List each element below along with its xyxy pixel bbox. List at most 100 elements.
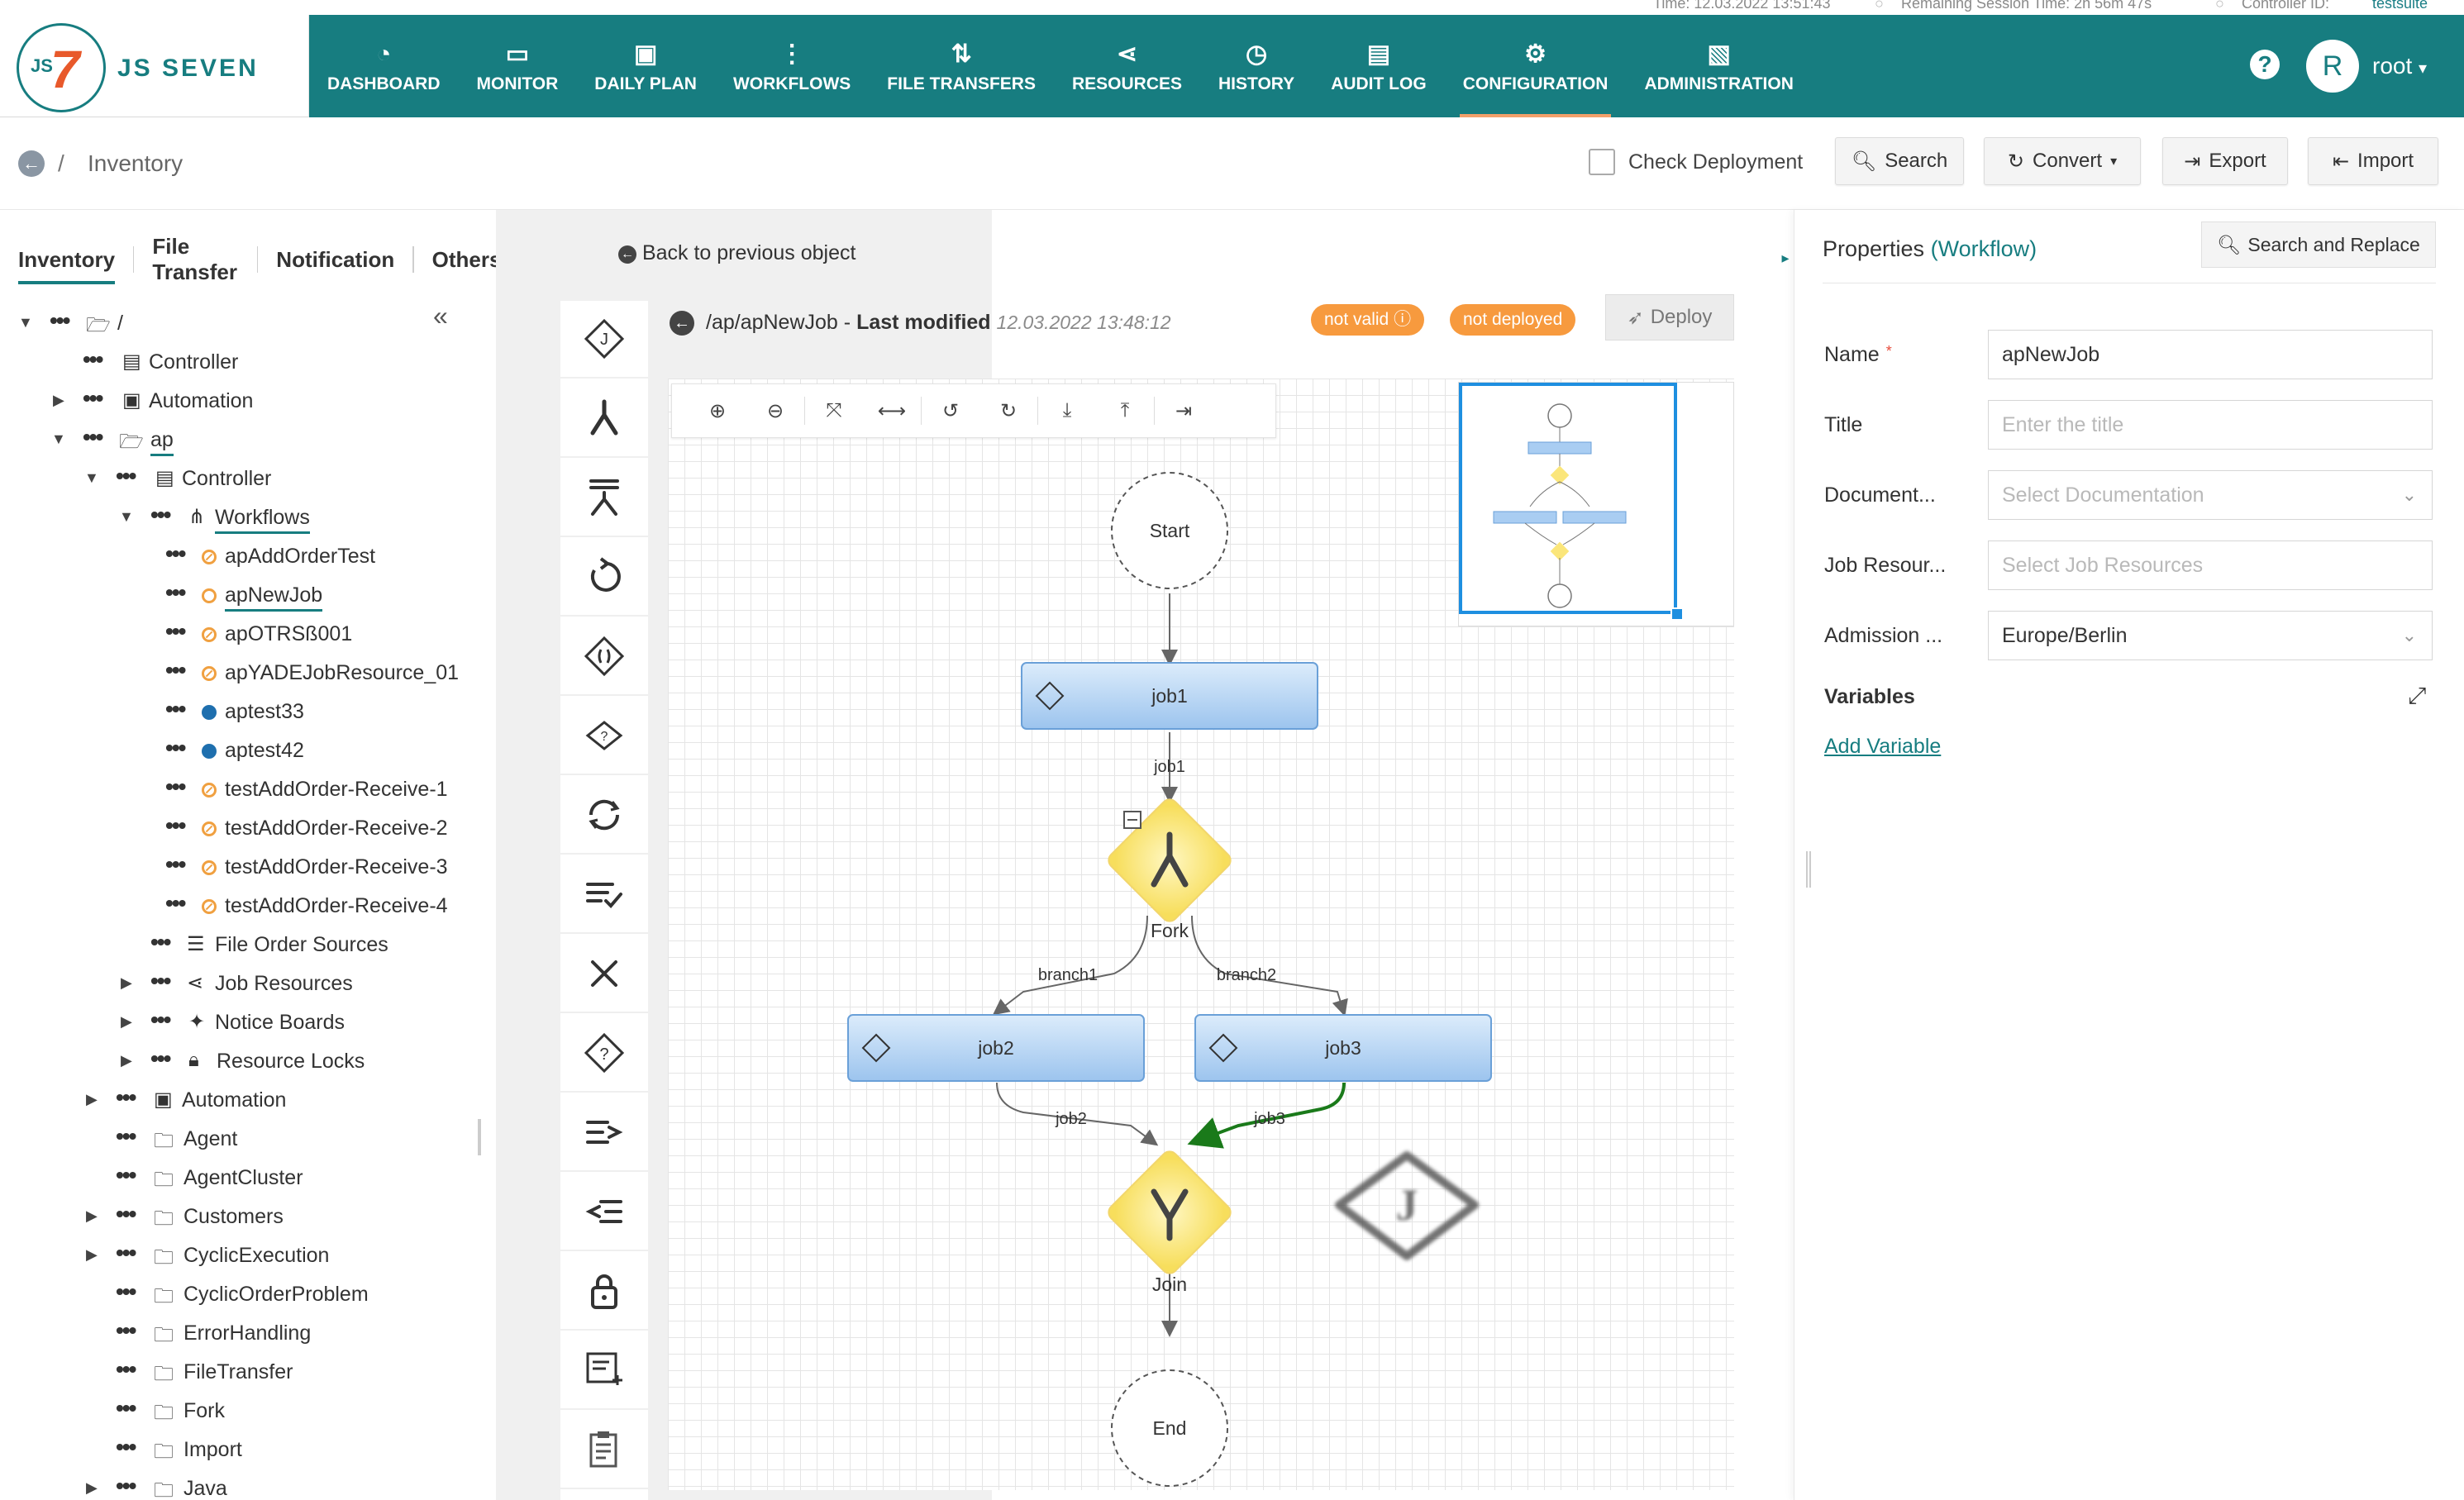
more-icon[interactable]: ••• xyxy=(116,1395,136,1421)
download-icon[interactable]: ⤓ xyxy=(1038,399,1096,422)
tree-node-job-resources[interactable]: ▶ ••• ⋖ Job Resources xyxy=(0,964,488,1002)
nav-workflows[interactable]: ⋮ WORKFLOWS xyxy=(715,15,869,117)
collapsed-triangle-icon[interactable]: ▶ xyxy=(86,1246,98,1264)
tree-node-ap[interactable]: ▼ ••• 🗁︎ ap xyxy=(0,421,488,459)
tree-folder[interactable]: ••• 🗀︎ CyclicOrderProblem xyxy=(0,1275,488,1313)
workflow-item[interactable]: ••• testAddOrder-Receive-3 xyxy=(0,848,488,886)
panel-resize-handle[interactable] xyxy=(1806,851,1811,888)
more-icon[interactable]: ••• xyxy=(50,307,70,334)
search-button[interactable]: 🔍︎ Search xyxy=(1835,137,1964,185)
more-icon[interactable]: ••• xyxy=(165,540,186,567)
tree-folder[interactable]: ••• 🗀︎ Agent xyxy=(0,1120,488,1158)
tree-folder[interactable]: ••• 🗀︎ ErrorHandling xyxy=(0,1314,488,1352)
nav-audit-log[interactable]: ▤ AUDIT LOG xyxy=(1313,15,1445,117)
collapsed-triangle-icon[interactable]: ▶ xyxy=(86,1091,98,1108)
fork-instruction-icon[interactable] xyxy=(560,380,648,458)
if-instruction-icon[interactable]: ? xyxy=(560,698,648,775)
fork-list-instruction-icon[interactable] xyxy=(560,460,648,537)
try-catch-instruction-icon[interactable] xyxy=(560,618,648,696)
tree-node-root[interactable]: ▼ ••• 🗁︎ / xyxy=(0,304,488,342)
more-icon[interactable]: ••• xyxy=(150,1007,171,1033)
more-icon[interactable]: ••• xyxy=(116,1356,136,1383)
join-node[interactable] xyxy=(1105,1148,1234,1277)
documentation-select[interactable]: Select Documentation ⌄ xyxy=(1988,470,2433,520)
minimap-resize-handle[interactable] xyxy=(1670,607,1684,621)
tree-folder[interactable]: ••• 🗀︎ Import xyxy=(0,1431,488,1469)
collapsed-triangle-icon[interactable]: ▶ xyxy=(53,392,64,409)
more-icon[interactable]: ••• xyxy=(116,463,136,489)
workflow-item[interactable]: ••• apNewJob xyxy=(0,576,488,614)
workflow-item[interactable]: ••• aptest33 xyxy=(0,693,488,731)
name-field[interactable]: apNewJob xyxy=(1988,330,2433,379)
import-button[interactable]: ⇤ Import xyxy=(2308,137,2438,185)
more-icon[interactable]: ••• xyxy=(116,1317,136,1344)
nav-file-transfers[interactable]: ⇅ FILE TRANSFERS xyxy=(869,15,1054,117)
more-icon[interactable]: ••• xyxy=(83,424,103,450)
back-arrow-icon[interactable]: ← xyxy=(18,150,45,177)
more-icon[interactable]: ••• xyxy=(165,774,186,800)
dragged-job-icon[interactable]: J xyxy=(1335,1151,1479,1260)
fail-instruction-icon[interactable] xyxy=(560,936,648,1013)
upload-icon[interactable]: ⤒ xyxy=(1096,399,1154,422)
more-icon[interactable]: ••• xyxy=(116,1123,136,1150)
avatar[interactable]: R xyxy=(2306,40,2359,93)
tree-node-automation[interactable]: ▶ ••• ▣ Automation xyxy=(0,382,488,420)
controller-id[interactable]: testsuite xyxy=(2372,0,2428,12)
collapsed-triangle-icon[interactable]: ▶ xyxy=(86,1207,98,1225)
finish-instruction-icon[interactable] xyxy=(560,856,648,934)
tree-node-workflows[interactable]: ▼ ••• ⋔ Workflows xyxy=(0,498,488,536)
more-icon[interactable]: ••• xyxy=(165,851,186,878)
collapsed-triangle-icon[interactable]: ▶ xyxy=(121,1013,132,1031)
export-button[interactable]: ⇥ Export xyxy=(2162,137,2288,185)
expect-notice-instruction-icon[interactable] xyxy=(560,1174,648,1251)
deploy-button[interactable]: ➶ Deploy xyxy=(1605,294,1734,340)
more-icon[interactable]: ••• xyxy=(150,968,171,994)
expand-icon[interactable]: ⤢ xyxy=(2408,683,2426,710)
add-order-instruction-icon[interactable] xyxy=(560,1332,648,1410)
fit-to-screen-icon[interactable]: ⤧ xyxy=(805,399,863,422)
redo-icon[interactable]: ↻ xyxy=(979,399,1037,423)
more-icon[interactable]: ••• xyxy=(165,735,186,761)
workflow-item[interactable]: ••• apYADEJobResource_01 xyxy=(0,654,488,692)
tab-notification[interactable]: Notification xyxy=(258,235,412,284)
search-and-replace-button[interactable]: 🔍︎ Search and Replace xyxy=(2201,221,2436,268)
panel-resize-handle[interactable] xyxy=(478,1119,481,1155)
more-icon[interactable]: ••• xyxy=(165,618,186,645)
expanded-triangle-icon[interactable]: ▼ xyxy=(51,431,66,448)
expanded-triangle-icon[interactable]: ▼ xyxy=(18,314,33,331)
more-icon[interactable]: ••• xyxy=(116,1434,136,1460)
more-icon[interactable]: ••• xyxy=(165,579,186,606)
more-icon[interactable]: ••• xyxy=(165,890,186,917)
minimap-viewport[interactable] xyxy=(1459,383,1677,614)
user-menu[interactable]: root ▾ xyxy=(2372,53,2427,79)
more-icon[interactable]: ••• xyxy=(83,385,103,412)
collapsed-triangle-icon[interactable]: ▶ xyxy=(121,1052,132,1069)
paste-icon[interactable] xyxy=(560,1412,648,1489)
more-icon[interactable]: ••• xyxy=(116,1279,136,1305)
more-icon[interactable]: ••• xyxy=(116,1240,136,1266)
expanded-triangle-icon[interactable]: ▼ xyxy=(84,469,99,487)
actual-size-icon[interactable]: ⟷ xyxy=(863,399,921,423)
workflow-item[interactable]: ••• testAddOrder-Receive-1 xyxy=(0,770,488,808)
undo-icon[interactable]: ↺ xyxy=(922,399,979,423)
back-arrow-icon[interactable]: ← xyxy=(670,311,694,336)
workflow-item[interactable]: ••• apAddOrderTest xyxy=(0,537,488,575)
job-node-job2[interactable]: job2 xyxy=(847,1014,1145,1082)
more-icon[interactable]: ••• xyxy=(116,1084,136,1111)
tree-folder[interactable]: ▶ ••• 🗀︎ Java xyxy=(0,1469,488,1500)
title-field[interactable]: Enter the title xyxy=(1988,400,2433,450)
tree-folder[interactable]: ▶ ••• 🗀︎ Customers xyxy=(0,1198,488,1236)
tree-folder[interactable]: ••• 🗀︎ FileTransfer xyxy=(0,1353,488,1391)
job-instruction-icon[interactable]: J xyxy=(560,301,648,379)
nav-history[interactable]: ◷ HISTORY xyxy=(1200,15,1313,117)
more-icon[interactable]: ••• xyxy=(83,346,103,373)
convert-button[interactable]: ↻ Convert ▾ xyxy=(1984,137,2141,185)
cycle-instruction-icon[interactable] xyxy=(560,777,648,855)
collapsed-triangle-icon[interactable]: ▶ xyxy=(121,974,132,992)
nav-daily-plan[interactable]: ▣ DAILY PLAN xyxy=(576,15,715,117)
add-variable-link[interactable]: Add Variable xyxy=(1824,735,1941,759)
more-icon[interactable]: ••• xyxy=(116,1201,136,1227)
tree-node-file-order-sources[interactable]: ••• ☰ File Order Sources xyxy=(0,926,488,964)
tree-folder[interactable]: ••• 🗀︎ AgentCluster xyxy=(0,1159,488,1197)
tree-node-resource-locks[interactable]: ▶ ••• 🔒︎ Resource Locks xyxy=(0,1042,488,1080)
